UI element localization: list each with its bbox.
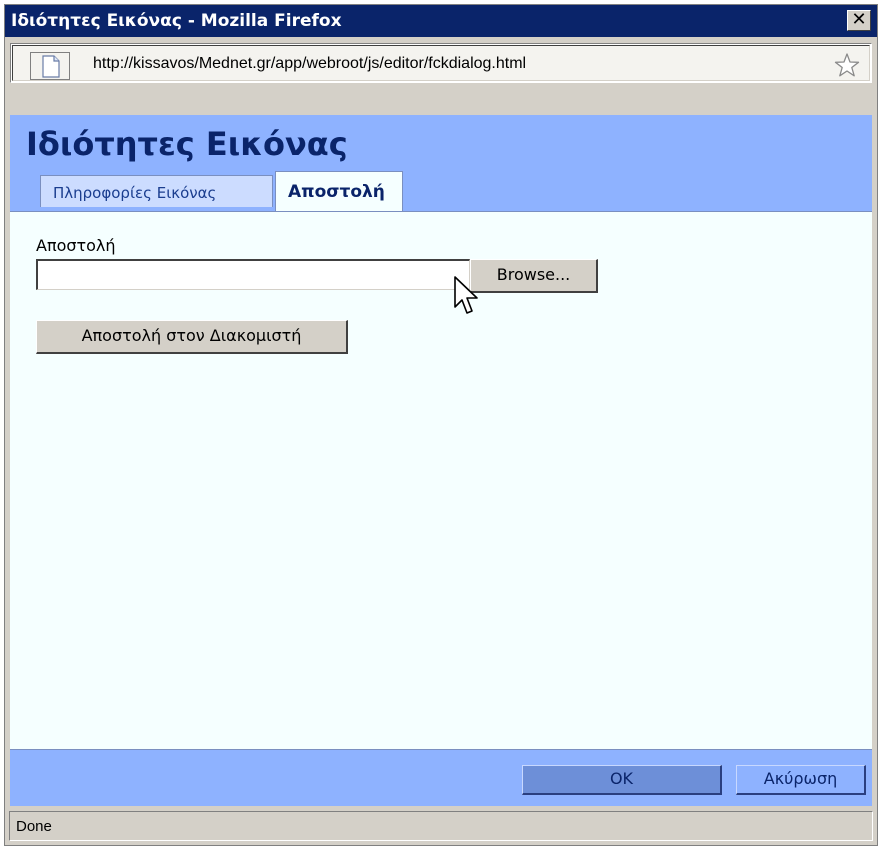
tab-upload[interactable]: Αποστολή [275, 171, 403, 212]
tab-upload-label: Αποστολή [288, 182, 385, 202]
status-text: Done [16, 818, 52, 835]
status-bar: Done [9, 811, 873, 841]
file-path-input[interactable] [36, 259, 470, 290]
close-icon: ✕ [851, 9, 867, 30]
dialog-body: Αποστολή Browse... Αποστολή στον Διακομι… [10, 212, 872, 749]
dialog-header: Ιδιότητες Εικόνας Πληροφορίες Εικόνας Απ… [10, 115, 872, 212]
url-bar[interactable]: http://kissavos/Mednet.gr/app/webroot/js… [10, 43, 872, 83]
url-text[interactable]: http://kissavos/Mednet.gr/app/webroot/js… [93, 55, 526, 73]
url-bar-inner: http://kissavos/Mednet.gr/app/webroot/js… [12, 45, 870, 81]
dialog-title: Ιδιότητες Εικόνας [26, 125, 348, 163]
mouse-cursor-icon [454, 276, 478, 314]
page-icon [30, 52, 70, 80]
window-title: Ιδιότητες Εικόνας - Mozilla Firefox [11, 11, 342, 31]
tab-image-info[interactable]: Πληροφορίες Εικόνας [40, 175, 273, 207]
title-bar[interactable]: Ιδιότητες Εικόνας - Mozilla Firefox ✕ [5, 5, 877, 37]
ok-button[interactable]: OK [522, 765, 722, 795]
star-icon[interactable] [833, 51, 861, 79]
cancel-button[interactable]: Ακύρωση [736, 765, 866, 795]
close-button[interactable]: ✕ [847, 10, 871, 31]
tab-image-info-label: Πληροφορίες Εικόνας [53, 184, 217, 202]
dialog-footer: OK Ακύρωση [10, 749, 872, 806]
browser-window: Ιδιότητες Εικόνας - Mozilla Firefox ✕ ht… [4, 4, 878, 846]
upload-label: Αποστολή [36, 236, 116, 255]
browse-button[interactable]: Browse... [470, 259, 598, 293]
send-to-server-button[interactable]: Αποστολή στον Διακομιστή [36, 320, 348, 354]
